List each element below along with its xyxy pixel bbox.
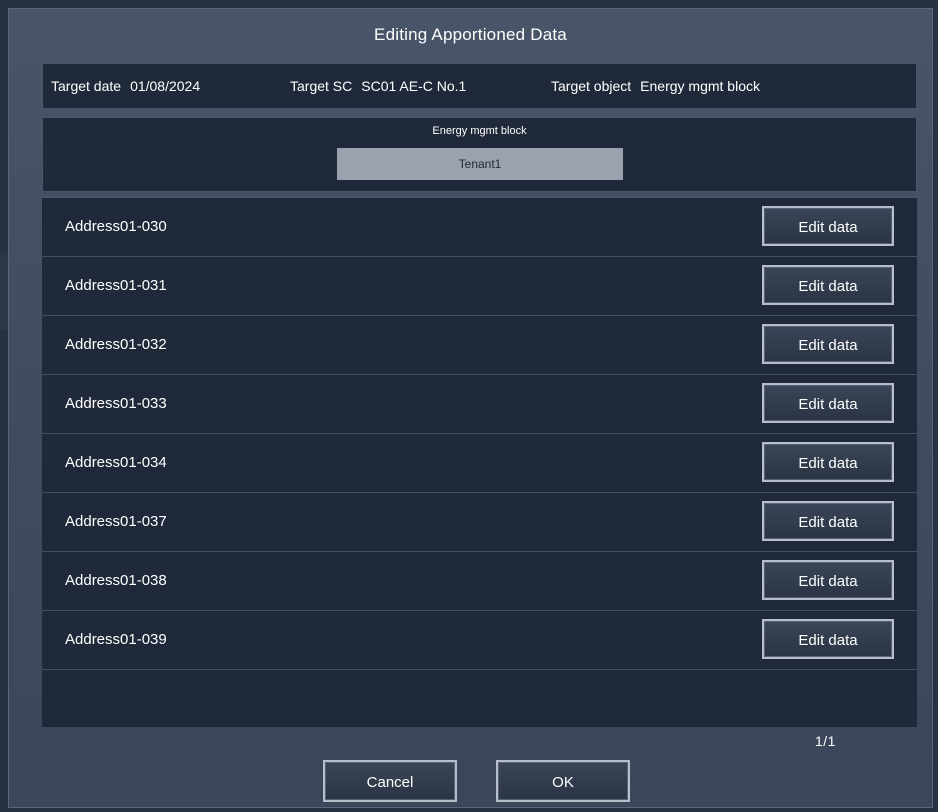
address-label: Address01-033	[65, 395, 167, 412]
address-label: Address01-030	[65, 218, 167, 235]
list-item: Address01-032 Edit data	[42, 316, 917, 375]
list-item: Address01-033 Edit data	[42, 375, 917, 434]
list-item: Address01-039 Edit data	[42, 611, 917, 670]
target-info-bar: Target date 01/08/2024 Target SC SC01 AE-C…	[42, 63, 917, 109]
address-label: Address01-034	[65, 454, 167, 471]
energy-block-label: Energy mgmt block	[432, 125, 527, 137]
target-sc-label: Target SC	[290, 78, 353, 94]
target-date-value: 01/08/2024	[130, 78, 201, 94]
target-object: Target object Energy mgmt block	[551, 64, 760, 108]
list-item: Address01-038 Edit data	[42, 552, 917, 611]
target-sc-value: SC01 AE-C No.1	[361, 78, 467, 94]
edit-data-button[interactable]: Edit data	[762, 619, 894, 659]
editing-apportioned-data-dialog: Editing Apportioned Data Target date 01/0…	[8, 8, 933, 808]
dialog-title: Editing Apportioned Data	[374, 25, 567, 44]
target-object-value: Energy mgmt block	[640, 78, 760, 94]
energy-block-panel: Energy mgmt block Tenant1	[42, 117, 917, 192]
address-label: Address01-039	[65, 631, 167, 648]
edit-data-button[interactable]: Edit data	[762, 383, 894, 423]
edit-data-button[interactable]: Edit data	[762, 206, 894, 246]
edit-data-button[interactable]: Edit data	[762, 501, 894, 541]
target-sc: Target SC SC01 AE-C No.1	[290, 64, 466, 108]
address-label: Address01-038	[65, 572, 167, 589]
edit-data-button[interactable]: Edit data	[762, 265, 894, 305]
address-label: Address01-031	[65, 277, 167, 294]
edit-data-button[interactable]: Edit data	[762, 560, 894, 600]
edit-data-button[interactable]: Edit data	[762, 442, 894, 482]
target-date-label: Target date	[51, 78, 122, 94]
cancel-button[interactable]: Cancel	[323, 760, 457, 802]
target-object-label: Target object	[551, 78, 632, 94]
edit-data-button[interactable]: Edit data	[762, 324, 894, 364]
list-item: Address01-034 Edit data	[42, 434, 917, 493]
list-item: Address01-030 Edit data	[42, 198, 917, 257]
address-list: Address01-030 Edit data Address01-031 Ed…	[42, 197, 917, 727]
address-label: Address01-032	[65, 336, 167, 353]
list-item: Address01-031 Edit data	[42, 257, 917, 316]
list-item: Address01-037 Edit data	[42, 493, 917, 552]
ok-button[interactable]: OK	[496, 760, 630, 802]
target-date: Target date 01/08/2024	[51, 64, 200, 108]
energy-block-field[interactable]: Tenant1	[337, 148, 623, 180]
address-label: Address01-037	[65, 513, 167, 530]
page-indicator: 1/1	[815, 733, 836, 749]
